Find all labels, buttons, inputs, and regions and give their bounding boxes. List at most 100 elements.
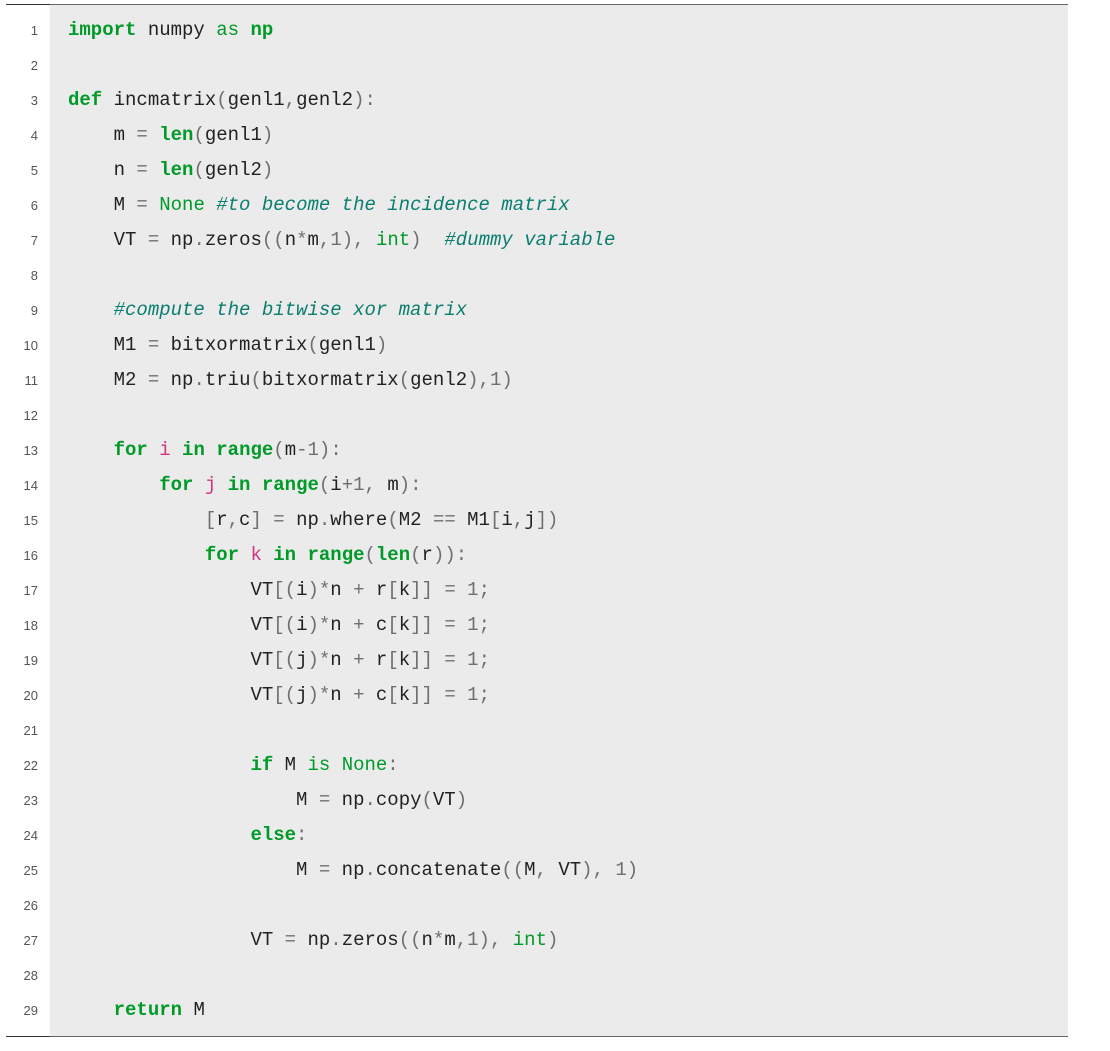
token-kw: np xyxy=(250,19,273,41)
line-number: 20 xyxy=(6,678,50,713)
token-op: ) xyxy=(307,684,318,706)
token-op: , xyxy=(285,89,296,111)
token-builtin: is xyxy=(307,754,330,776)
token-name: j xyxy=(296,684,307,706)
token-sp xyxy=(376,474,387,496)
token-sp xyxy=(68,229,114,251)
token-sp xyxy=(365,684,376,706)
line-number: 3 xyxy=(6,83,50,118)
token-sp xyxy=(239,19,250,41)
code-line: VT[(i)*n + r[k]] = 1; xyxy=(68,573,1050,608)
token-op: * xyxy=(433,929,444,951)
token-op: + xyxy=(353,579,364,601)
code-line: VT[(j)*n + r[k]] = 1; xyxy=(68,643,1050,678)
token-op: , xyxy=(319,229,330,251)
token-name: i xyxy=(296,579,307,601)
token-sp xyxy=(239,544,250,566)
token-kw: for xyxy=(205,544,239,566)
token-kw: in xyxy=(182,439,205,461)
token-cmt: #dummy variable xyxy=(444,229,615,251)
token-sp xyxy=(273,754,284,776)
token-sp xyxy=(159,369,170,391)
line-number: 10 xyxy=(6,328,50,363)
token-op: ) xyxy=(479,929,490,951)
line-number: 1 xyxy=(6,13,50,48)
token-name: k xyxy=(399,684,410,706)
code-line: M = None #to become the incidence matrix xyxy=(68,188,1050,223)
token-builtin: None xyxy=(159,194,205,216)
line-number: 9 xyxy=(6,293,50,328)
line-number: 17 xyxy=(6,573,50,608)
token-op: ) xyxy=(547,509,558,531)
code-line: M2 = np.triu(bitxormatrix(genl2),1) xyxy=(68,363,1050,398)
token-name: n xyxy=(422,929,433,951)
token-sp xyxy=(68,579,250,601)
token-name: VT xyxy=(250,684,273,706)
token-sp xyxy=(68,859,296,881)
line-number: 29 xyxy=(6,993,50,1028)
token-op: = xyxy=(285,929,296,951)
token-sp xyxy=(285,509,296,531)
token-op: = xyxy=(444,614,455,636)
token-name: numpy xyxy=(148,19,205,41)
code-line: VT = np.zeros((n*m,1), int) #dummy varia… xyxy=(68,223,1050,258)
token-op: . xyxy=(330,929,341,951)
token-name: VT xyxy=(250,929,273,951)
token-sp xyxy=(159,229,170,251)
token-sp xyxy=(365,649,376,671)
token-num: 1 xyxy=(467,579,478,601)
token-kw: len xyxy=(159,159,193,181)
token-builtin: None xyxy=(342,754,388,776)
token-op: : xyxy=(387,754,398,776)
token-op: , xyxy=(228,509,239,531)
token-name: j xyxy=(296,649,307,671)
token-num: 1 xyxy=(490,369,501,391)
token-pink: i xyxy=(159,439,170,461)
token-sp xyxy=(68,194,114,216)
token-sp xyxy=(433,579,444,601)
token-op: : xyxy=(410,474,421,496)
token-name: VT xyxy=(250,649,273,671)
token-op: + xyxy=(353,614,364,636)
token-name: M xyxy=(114,194,125,216)
token-name: m xyxy=(114,124,125,146)
line-number: 15 xyxy=(6,503,50,538)
token-kw: for xyxy=(159,474,193,496)
token-op: ( xyxy=(410,544,421,566)
token-name: c xyxy=(376,684,387,706)
token-op: , xyxy=(365,474,376,496)
code-line xyxy=(68,258,1050,293)
token-sp xyxy=(216,474,227,496)
token-name: n xyxy=(330,649,341,671)
token-builtin: int xyxy=(513,929,547,951)
token-name: M1 xyxy=(467,509,490,531)
token-sp xyxy=(68,299,114,321)
token-op: = xyxy=(148,369,159,391)
token-sp xyxy=(422,509,433,531)
token-name: r xyxy=(216,509,227,531)
token-sp xyxy=(273,929,284,951)
code-line: VT[(i)*n + c[k]] = 1; xyxy=(68,608,1050,643)
code-line: if M is None: xyxy=(68,748,1050,783)
token-op: ]] xyxy=(410,579,433,601)
token-op: ) xyxy=(444,544,455,566)
token-name: np xyxy=(307,929,330,951)
token-op: ) xyxy=(376,334,387,356)
token-name: m xyxy=(285,439,296,461)
token-sp xyxy=(68,614,250,636)
token-op: [ xyxy=(387,649,398,671)
token-op: + xyxy=(353,684,364,706)
code-line: VT = np.zeros((n*m,1), int) xyxy=(68,923,1050,958)
token-name: np xyxy=(342,789,365,811)
token-op: . xyxy=(193,369,204,391)
token-name: VT xyxy=(114,229,137,251)
token-sp xyxy=(125,124,136,146)
token-op: = xyxy=(444,684,455,706)
token-sp xyxy=(136,19,147,41)
token-op: = xyxy=(136,194,147,216)
token-op: ) xyxy=(547,929,558,951)
token-op: ) xyxy=(262,124,273,146)
token-kw: len xyxy=(376,544,410,566)
token-sp xyxy=(365,579,376,601)
token-sp xyxy=(148,124,159,146)
